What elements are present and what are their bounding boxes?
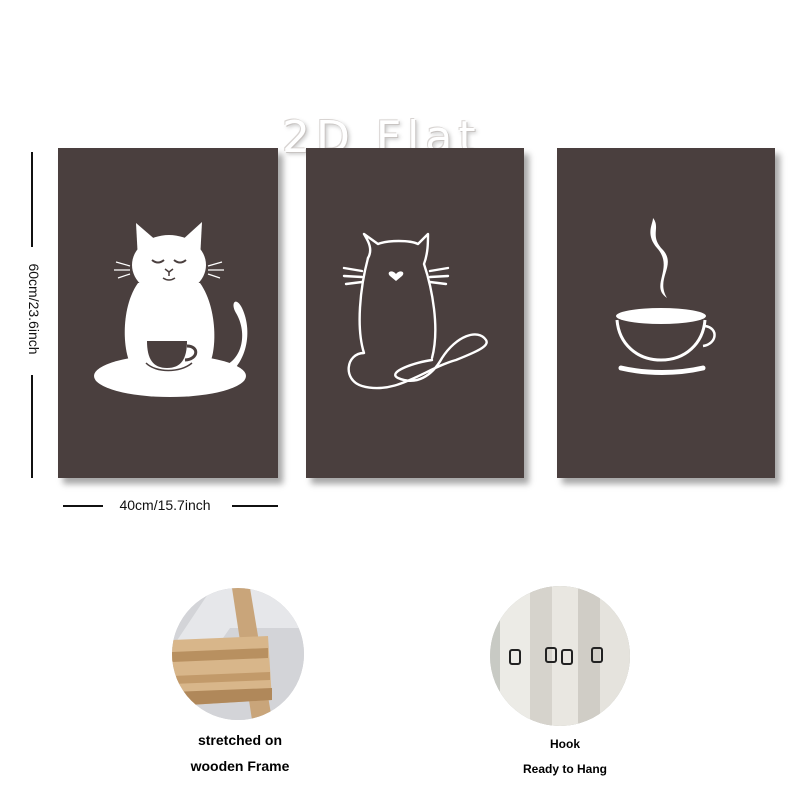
canvas-panel-coffee-cup [557,148,775,478]
wooden-frame-photo [172,588,304,720]
frame-caption-line1: stretched on [197,732,282,748]
canvas-panel-cat-coffee [58,148,278,478]
line-cat-art [342,232,488,390]
hook-caption-line1: Hook [550,737,580,751]
height-dimension-line-bottom [31,375,33,478]
hook-photo [490,586,630,726]
canvas-panel-cat-line [306,148,524,478]
frame-caption-line2: wooden Frame [190,758,290,774]
height-dimension-label: 60cm/23.6inch [26,263,42,355]
meditating-cat-art [94,222,248,397]
hook-caption-line2: Ready to Hang [522,762,607,776]
width-dimension-line-left [63,505,103,507]
width-dimension-line-right [232,505,278,507]
coffee-cup-art [615,218,716,375]
width-dimension-label: 40cm/15.7inch [119,497,211,513]
